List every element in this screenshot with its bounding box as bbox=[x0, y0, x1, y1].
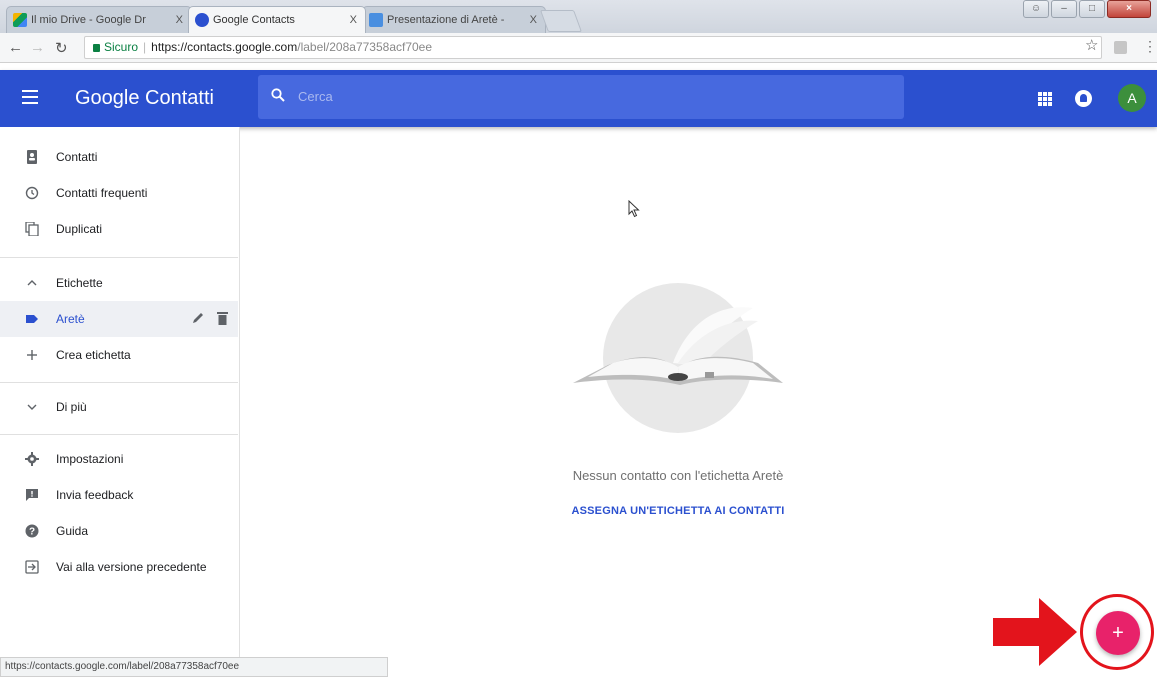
url-host: https://contacts.google.com bbox=[151, 40, 298, 54]
browser-menu-icon[interactable]: ⋮ bbox=[1143, 38, 1157, 55]
sidebar-item-help[interactable]: ? Guida bbox=[0, 513, 238, 549]
app-title[interactable]: Google Contatti bbox=[75, 87, 214, 110]
empty-state-book-illustration bbox=[573, 283, 783, 433]
sidebar-item-label-arete[interactable]: Aretè bbox=[0, 301, 238, 337]
plus-icon bbox=[27, 350, 37, 360]
labels-section-title: Etichette bbox=[56, 276, 103, 290]
browser-toolbar: ← → ↻ Sicuro | https://contacts.google.com… bbox=[0, 33, 1157, 63]
svg-text:?: ? bbox=[29, 527, 35, 538]
drive-icon bbox=[13, 13, 27, 27]
hamburger-menu-icon[interactable] bbox=[22, 90, 38, 104]
sidebar-item-contacts[interactable]: Contatti bbox=[0, 139, 238, 175]
contacts-favicon bbox=[195, 13, 209, 27]
sidebar-item-label: Aretè bbox=[56, 312, 85, 326]
search-input[interactable]: Cerca bbox=[258, 75, 904, 119]
sidebar-item-frequent[interactable]: Contatti frequenti bbox=[0, 175, 238, 211]
reload-icon[interactable]: ↻ bbox=[55, 39, 68, 57]
close-window-button[interactable]: × bbox=[1107, 0, 1151, 18]
tab-drive[interactable]: Il mio Drive - Google Dr X bbox=[6, 6, 192, 33]
sidebar-item-settings[interactable]: Impostazioni bbox=[0, 441, 238, 477]
app-header: Google Contatti Cerca A bbox=[0, 70, 1157, 127]
divider bbox=[0, 257, 238, 258]
sidebar-item-previous-version[interactable]: Vai alla versione precedente bbox=[0, 549, 238, 585]
add-contact-button[interactable]: + bbox=[1096, 611, 1140, 655]
tab-title: Google Contacts bbox=[213, 14, 295, 26]
url-path: /label/208a77358acf70ee bbox=[297, 40, 433, 54]
avatar[interactable]: A bbox=[1118, 84, 1146, 112]
assign-label-link[interactable]: ASSEGNA UN'ETICHETTA AI CONTATTI bbox=[440, 505, 916, 517]
bookmark-star-icon[interactable]: ☆ bbox=[1085, 36, 1098, 54]
new-tab-button[interactable] bbox=[539, 10, 583, 32]
sidebar-item-label: Di più bbox=[56, 400, 87, 414]
sidebar-item-label: Contatti bbox=[56, 150, 98, 164]
label-icon bbox=[26, 315, 38, 323]
gear-icon bbox=[25, 452, 39, 466]
close-icon[interactable]: X bbox=[350, 7, 357, 33]
sidebar-item-label: Vai alla versione precedente bbox=[56, 560, 207, 574]
duplicates-icon bbox=[25, 222, 39, 236]
notifications-icon[interactable] bbox=[1075, 90, 1092, 107]
lock-icon bbox=[93, 44, 100, 52]
user-icon[interactable]: ☺ bbox=[1023, 0, 1049, 18]
sidebar-item-label: Duplicati bbox=[56, 222, 103, 236]
sidebar-item-label: Invia feedback bbox=[56, 488, 134, 502]
edit-icon[interactable] bbox=[191, 310, 205, 326]
feedback-icon bbox=[26, 489, 38, 501]
browser-tabstrip: Il mio Drive - Google Dr X Google Contac… bbox=[0, 0, 1157, 33]
address-bar[interactable]: Sicuro | https://contacts.google.com/label… bbox=[84, 36, 1102, 59]
annotation-arrow-icon bbox=[993, 598, 1077, 666]
create-label-button[interactable]: Crea etichetta bbox=[0, 337, 238, 373]
minimize-button[interactable]: – bbox=[1051, 0, 1077, 18]
sidebar-item-label: Guida bbox=[56, 524, 89, 538]
browser-status-bar: https://contacts.google.com/label/208a77… bbox=[0, 657, 388, 677]
empty-state-message: Nessun contatto con l'etichetta Aretè bbox=[572, 468, 784, 483]
sidebar-item-duplicates[interactable]: Duplicati bbox=[0, 211, 238, 247]
contacts-icon bbox=[27, 150, 37, 164]
tab-title: Il mio Drive - Google Dr bbox=[31, 14, 146, 26]
sidebar-item-feedback[interactable]: Invia feedback bbox=[0, 477, 238, 513]
history-icon bbox=[25, 186, 39, 200]
secure-label: Sicuro bbox=[104, 40, 139, 54]
close-icon[interactable]: X bbox=[176, 7, 183, 33]
close-icon[interactable]: X bbox=[530, 7, 537, 33]
apps-grid-icon[interactable] bbox=[1038, 92, 1052, 106]
forward-icon[interactable]: → bbox=[30, 39, 45, 56]
extension-icon[interactable] bbox=[1114, 41, 1127, 54]
window-controls: ☺ – □ × bbox=[1023, 0, 1151, 18]
more-section-toggle[interactable]: Di più bbox=[0, 389, 238, 425]
exit-icon bbox=[25, 560, 39, 574]
slides-icon bbox=[369, 13, 383, 27]
tab-slides[interactable]: Presentazione di Aretè - X bbox=[362, 6, 546, 33]
divider bbox=[0, 434, 238, 435]
sidebar-item-label: Impostazioni bbox=[56, 452, 124, 466]
help-icon: ? bbox=[25, 524, 39, 538]
search-placeholder: Cerca bbox=[298, 89, 333, 104]
chevron-up-icon bbox=[27, 280, 37, 286]
search-icon bbox=[271, 88, 285, 102]
sidebar-item-label: Contatti frequenti bbox=[56, 186, 148, 200]
labels-section-toggle[interactable]: Etichette bbox=[0, 265, 238, 301]
tab-title: Presentazione di Aretè - bbox=[387, 14, 505, 26]
sidebar-item-label: Crea etichetta bbox=[56, 348, 131, 362]
chevron-down-icon bbox=[27, 404, 37, 410]
mouse-cursor-icon bbox=[628, 200, 640, 218]
trash-icon[interactable] bbox=[217, 311, 228, 325]
maximize-button[interactable]: □ bbox=[1079, 0, 1105, 18]
sidebar: Contatti Contatti frequenti Duplicati Et… bbox=[0, 127, 240, 657]
tab-contacts[interactable]: Google Contacts X bbox=[188, 6, 366, 33]
divider bbox=[0, 382, 238, 383]
back-icon[interactable]: ← bbox=[8, 39, 23, 56]
